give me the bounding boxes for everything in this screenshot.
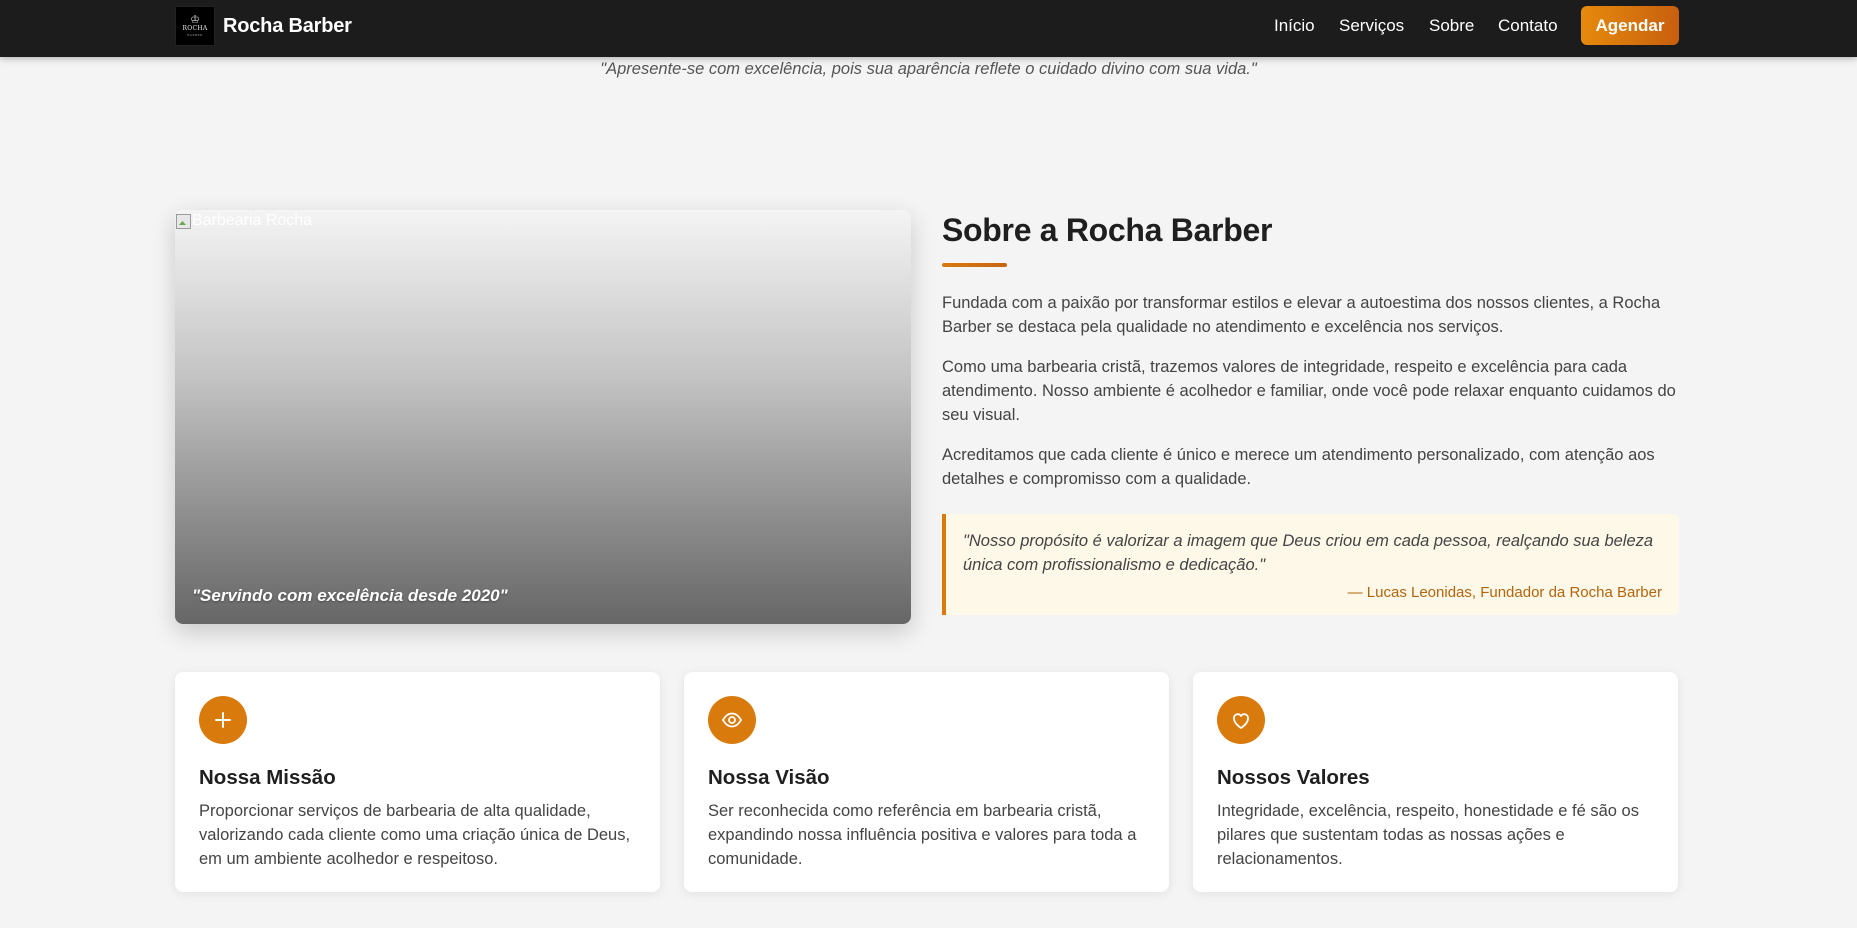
brand[interactable]: ♔ ROCHA BARBER Rocha Barber bbox=[175, 5, 352, 47]
nav-link-contato[interactable]: Contato bbox=[1498, 16, 1558, 36]
card-missao: Nossa Missão Proporcionar serviços de ba… bbox=[175, 672, 660, 892]
logo-text: ROCHA bbox=[182, 25, 208, 32]
nav-link-servicos[interactable]: Serviços bbox=[1339, 16, 1404, 36]
about-section: Sobre a Rocha Barber Fundada com a paixã… bbox=[942, 210, 1679, 615]
broken-image-icon bbox=[175, 213, 191, 229]
card-text: Ser reconhecida como referência em barbe… bbox=[708, 802, 1137, 868]
about-image: Barbearia Rocha "Servindo com excelência… bbox=[175, 210, 911, 624]
about-paragraph: Como uma barbearia cristã, trazemos valo… bbox=[942, 358, 1676, 424]
nav-link-inicio[interactable]: Início bbox=[1274, 16, 1315, 36]
about-paragraph: Fundada com a paixão por transformar est… bbox=[942, 294, 1661, 336]
card-visao: Nossa Visão Ser reconhecida como referên… bbox=[684, 672, 1169, 892]
logo-subtext: BARBER bbox=[187, 33, 203, 37]
heart-icon bbox=[1217, 696, 1265, 744]
card-valores: Nossos Valores Integridade, excelência, … bbox=[1193, 672, 1678, 892]
founder-quote: "Nosso propósito é valorizar a imagem qu… bbox=[942, 514, 1679, 615]
top-quote: "Apresente-se com excelência, pois sua a… bbox=[600, 60, 1257, 78]
image-alt-text: Barbearia Rocha bbox=[175, 212, 312, 230]
image-alt-label: Barbearia Rocha bbox=[192, 212, 313, 229]
brand-name: Rocha Barber bbox=[223, 14, 352, 37]
card-title: Nossa Visão bbox=[708, 766, 830, 789]
about-title: Sobre a Rocha Barber bbox=[942, 212, 1273, 248]
card-title: Nossos Valores bbox=[1217, 766, 1370, 789]
founder-quote-author: — Lucas Leonidas, Fundador da Rocha Barb… bbox=[1347, 584, 1662, 601]
card-text: Integridade, excelência, respeito, hones… bbox=[1217, 802, 1639, 868]
eye-icon bbox=[708, 696, 756, 744]
about-paragraph: Acreditamos que cada cliente é único e m… bbox=[942, 446, 1655, 488]
image-caption: "Servindo com excelência desde 2020" bbox=[192, 586, 508, 605]
title-underline bbox=[942, 263, 1007, 267]
logo: ♔ ROCHA BARBER bbox=[175, 6, 215, 46]
card-text: Proporcionar serviços de barbearia de al… bbox=[199, 802, 631, 868]
navbar: ♔ ROCHA BARBER Rocha Barber Início Servi… bbox=[0, 0, 1857, 57]
plus-icon bbox=[199, 696, 247, 744]
card-title: Nossa Missão bbox=[199, 766, 336, 789]
founder-quote-text: "Nosso propósito é valorizar a imagem qu… bbox=[963, 532, 1654, 574]
agendar-button[interactable]: Agendar bbox=[1581, 6, 1679, 45]
nav-link-sobre[interactable]: Sobre bbox=[1429, 16, 1474, 36]
crown-icon: ♔ bbox=[190, 13, 200, 26]
